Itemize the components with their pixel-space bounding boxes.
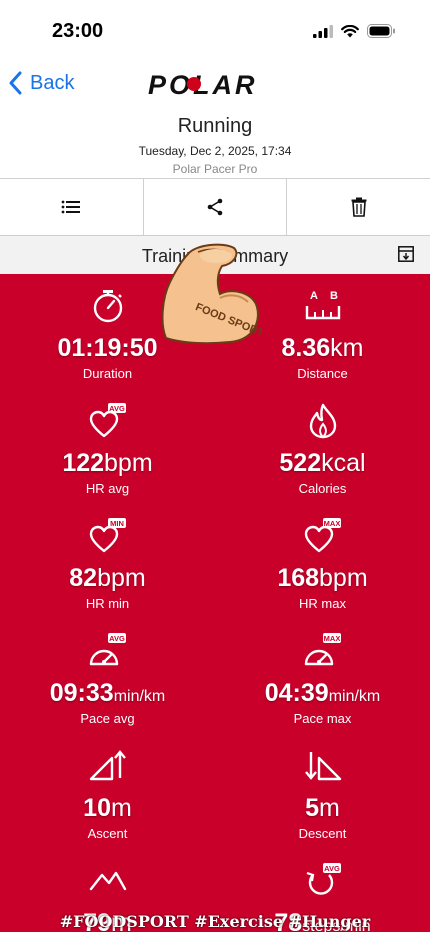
ascent-icon: [0, 748, 215, 784]
battery-icon: [367, 24, 395, 38]
stat-unit: m: [110, 794, 132, 822]
stat-value: 04:39min/km: [264, 679, 381, 707]
training-summary-panel: 01:19:50 Duration A B 8.36km Distance AVG 122b…: [0, 274, 430, 932]
svg-text:MAX: MAX: [323, 634, 340, 643]
svg-text:B: B: [330, 290, 338, 302]
stat-unit: bpm: [104, 449, 153, 477]
stat-unit: m: [319, 794, 340, 822]
stat-label: HR min: [85, 596, 130, 611]
stat-unit: bpm: [319, 564, 368, 592]
stat-unit: km: [330, 334, 364, 362]
stat-value: 09:33min/km: [49, 679, 166, 707]
heart-avg-icon: AVG: [0, 403, 215, 439]
stat-calories: 522kcal Calories: [215, 389, 430, 504]
stat-value: 522kcal: [279, 449, 366, 477]
stat-label: HR max: [299, 596, 346, 611]
list-button[interactable]: [0, 179, 144, 235]
cadence-avg-icon: AVG: [215, 863, 430, 899]
stat-unit: min/km: [328, 688, 381, 705]
stat-descent: 5m Descent: [215, 734, 430, 849]
descent-icon: [215, 748, 430, 784]
svg-text:AVG: AVG: [109, 404, 125, 413]
chevron-left-icon: [9, 71, 22, 95]
heart-max-icon: MAX: [215, 518, 430, 554]
svg-text:POLAR: POLAR: [148, 70, 258, 98]
gauge-avg-icon: AVG: [0, 633, 215, 669]
heart-min-icon: MIN: [0, 518, 215, 554]
trash-icon: [351, 197, 367, 217]
stat-label: Descent: [298, 826, 347, 841]
stat-value: 10m: [83, 794, 132, 822]
stat-label: HR avg: [85, 481, 130, 496]
status-bar: 23:00: [0, 0, 430, 60]
stat-pace-avg: AVG 09:33min/km Pace avg: [0, 619, 215, 734]
stat-label: Calories: [298, 481, 347, 496]
share-button[interactable]: [144, 179, 288, 235]
delete-button[interactable]: [287, 179, 430, 235]
svg-text:AVG: AVG: [109, 634, 125, 643]
share-icon: [207, 198, 223, 216]
stat-hr-max: MAX 168bpm HR max: [215, 504, 430, 619]
activity-title: Running: [177, 115, 253, 137]
stat-ascent: 10m Ascent: [0, 734, 215, 849]
list-icon: [61, 200, 81, 214]
status-icons: [313, 24, 396, 38]
svg-text:MIN: MIN: [110, 519, 124, 528]
svg-text:MAX: MAX: [323, 519, 340, 528]
stat-value: 5m: [305, 794, 340, 822]
nav-bar: Back POLAR Running Tuesday, Dec 2, 2025,…: [0, 60, 430, 178]
stat-value: 168bpm: [277, 564, 368, 592]
signal-icon: [313, 24, 333, 38]
mountain-icon: [0, 863, 215, 899]
collapse-icon[interactable]: [398, 246, 414, 262]
stat-hr-min: MIN 82bpm HR min: [0, 504, 215, 619]
stat-label: Distance: [297, 366, 348, 381]
stat-unit: bpm: [97, 564, 146, 592]
svg-text:A: A: [310, 290, 318, 302]
stat-unit: kcal: [321, 449, 366, 477]
activity-device: Polar Pacer Pro: [172, 162, 258, 176]
watermark-hashtags: #FOODSPORT #Exercise #Hunger: [59, 912, 371, 931]
stat-label: Duration: [82, 366, 133, 381]
stat-value: 122bpm: [62, 449, 153, 477]
toolbar: [0, 178, 430, 236]
activity-datetime: Tuesday, Dec 2, 2025, 17:34: [138, 144, 292, 158]
stat-label: Pace max: [293, 711, 352, 726]
back-label: Back: [30, 71, 75, 94]
stat-unit: min/km: [113, 688, 166, 705]
gauge-max-icon: MAX: [215, 633, 430, 669]
polar-logo: POLAR: [148, 70, 258, 98]
flexed-arm-sticker: FOOD SPORT: [161, 243, 262, 345]
wifi-icon: [341, 24, 359, 37]
back-button[interactable]: Back: [8, 68, 74, 98]
stat-value: 82bpm: [69, 564, 146, 592]
stat-label: Ascent: [87, 826, 128, 841]
flame-icon: [215, 403, 430, 439]
status-time: 23:00: [52, 20, 104, 42]
stat-label: Pace avg: [80, 711, 135, 726]
stat-hr-avg: AVG 122bpm HR avg: [0, 389, 215, 504]
stat-pace-max: MAX 04:39min/km Pace max: [215, 619, 430, 734]
svg-text:AVG: AVG: [324, 864, 340, 873]
